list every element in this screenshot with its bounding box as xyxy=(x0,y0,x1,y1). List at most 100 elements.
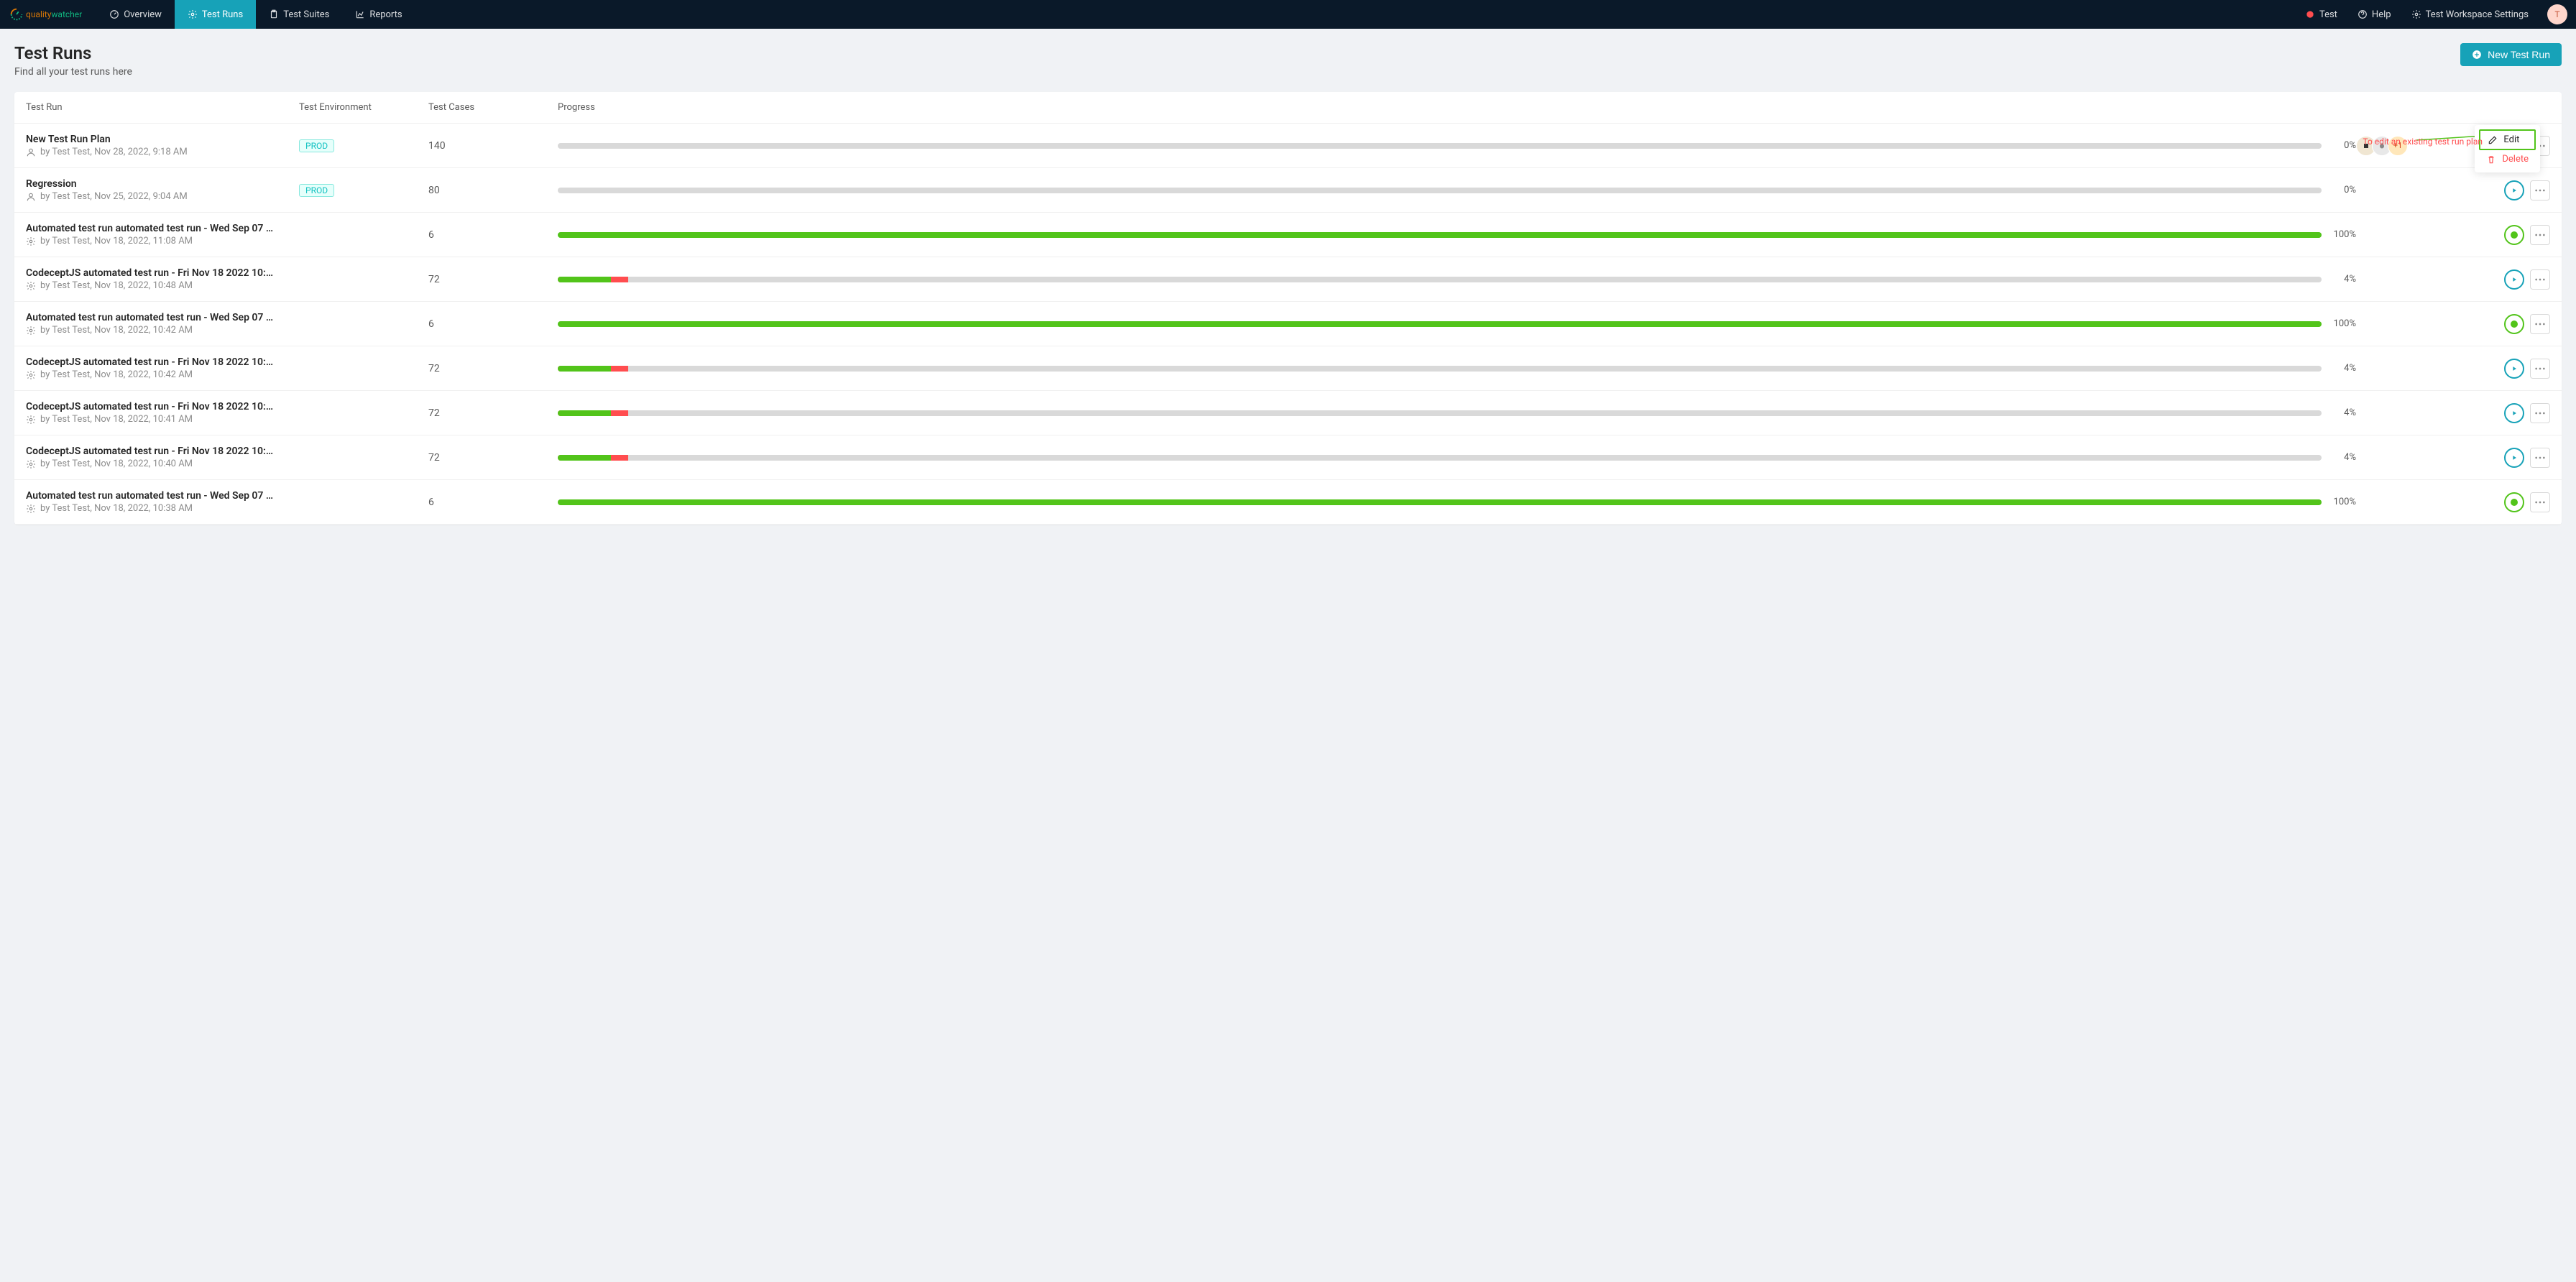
nav-workspace-settings[interactable]: Test Workspace Settings xyxy=(2403,9,2537,20)
run-meta: by Test Test, Nov 28, 2022, 9:18 AM xyxy=(26,147,299,157)
run-meta: by Test Test, Nov 18, 2022, 10:42 AM xyxy=(26,369,299,380)
gear-icon xyxy=(26,370,36,380)
page-header: Test Runs Find all your test runs here N… xyxy=(0,29,2576,92)
dropdown-edit-label: Edit xyxy=(2503,134,2519,145)
cases-count: 72 xyxy=(428,452,440,464)
table-row[interactable]: New Test Run Plan by Test Test, Nov 28, 2… xyxy=(14,124,2562,168)
nav-reports[interactable]: Reports xyxy=(342,0,415,29)
progress: 100% xyxy=(558,497,2356,507)
more-button[interactable] xyxy=(2530,269,2550,290)
progress-percent: 4% xyxy=(2329,274,2356,285)
table-row[interactable]: Automated test run automated test run - … xyxy=(14,480,2562,525)
new-test-run-button[interactable]: New Test Run xyxy=(2460,43,2562,66)
cases-count: 72 xyxy=(428,407,440,419)
run-meta: by Test Test, Nov 25, 2022, 9:04 AM xyxy=(26,191,299,202)
nav-test-suites[interactable]: Test Suites xyxy=(256,0,342,29)
progress: 4% xyxy=(558,274,2356,285)
dropdown-delete-label: Delete xyxy=(2502,154,2529,165)
play-button[interactable] xyxy=(2504,448,2524,468)
table-row[interactable]: CodeceptJS automated test run - Fri Nov … xyxy=(14,391,2562,435)
cases-count: 72 xyxy=(428,274,440,285)
top-navigation: qualitywatcher Overview Test Runs Test S… xyxy=(0,0,2576,29)
cases-count: 6 xyxy=(428,318,434,330)
status-complete-button[interactable] xyxy=(2504,314,2524,334)
annotation-text: To edit an existing test run plan xyxy=(2363,137,2483,147)
more-button[interactable] xyxy=(2530,448,2550,468)
row-actions-dropdown: Edit Delete xyxy=(2475,125,2540,172)
col-header-name: Test Run xyxy=(26,102,299,113)
plus-circle-icon xyxy=(2472,50,2482,60)
nav-reports-label: Reports xyxy=(369,9,402,20)
nav-test-suites-label: Test Suites xyxy=(283,9,329,20)
table-row[interactable]: CodeceptJS automated test run - Fri Nov … xyxy=(14,346,2562,391)
more-icon xyxy=(2534,234,2546,236)
play-icon xyxy=(2511,365,2518,372)
col-header-progress: Progress xyxy=(558,102,2356,113)
table-row[interactable]: Automated test run automated test run - … xyxy=(14,213,2562,257)
progress: 100% xyxy=(558,318,2356,329)
user-icon xyxy=(26,192,36,202)
run-name: CodeceptJS automated test run - Fri Nov … xyxy=(26,267,299,279)
more-icon xyxy=(2534,278,2546,281)
logo[interactable]: qualitywatcher xyxy=(9,6,82,22)
run-name: CodeceptJS automated test run - Fri Nov … xyxy=(26,401,299,412)
user-avatar[interactable]: T xyxy=(2547,4,2567,24)
more-button[interactable] xyxy=(2530,359,2550,379)
more-button[interactable] xyxy=(2530,180,2550,200)
nav-items: Overview Test Runs Test Suites Reports xyxy=(96,0,415,29)
nav-overview[interactable]: Overview xyxy=(96,0,175,29)
status-complete-button[interactable] xyxy=(2504,492,2524,512)
chart-icon xyxy=(355,9,365,19)
edit-icon xyxy=(2488,135,2498,145)
table-row[interactable]: CodeceptJS automated test run - Fri Nov … xyxy=(14,257,2562,302)
more-button[interactable] xyxy=(2530,314,2550,334)
logo-text: qualitywatcher xyxy=(26,9,82,19)
progress: 100% xyxy=(558,229,2356,240)
nav-test-badge[interactable]: Test xyxy=(2296,9,2346,20)
dot-icon xyxy=(2506,494,2523,511)
run-meta: by Test Test, Nov 18, 2022, 10:38 AM xyxy=(26,503,299,514)
status-complete-button[interactable] xyxy=(2504,225,2524,245)
dot-icon xyxy=(2506,226,2523,244)
gear-icon xyxy=(188,9,198,19)
more-button[interactable] xyxy=(2530,492,2550,512)
play-icon xyxy=(2511,454,2518,461)
table-row[interactable]: Automated test run automated test run - … xyxy=(14,302,2562,346)
run-meta: by Test Test, Nov 18, 2022, 11:08 AM xyxy=(26,236,299,246)
clipboard-icon xyxy=(269,9,279,19)
run-name: New Test Run Plan xyxy=(26,134,299,145)
play-button[interactable] xyxy=(2504,359,2524,379)
cases-count: 80 xyxy=(428,185,440,196)
gear-icon xyxy=(26,281,36,291)
more-icon xyxy=(2534,189,2546,192)
more-button[interactable] xyxy=(2530,403,2550,423)
gear-icon xyxy=(26,236,36,246)
more-icon xyxy=(2534,323,2546,326)
play-button[interactable] xyxy=(2504,269,2524,290)
gear-icon xyxy=(26,459,36,469)
nav-test-runs[interactable]: Test Runs xyxy=(175,0,256,29)
cases-count: 6 xyxy=(428,497,434,508)
trash-icon xyxy=(2486,155,2496,165)
nav-help[interactable]: Help xyxy=(2349,9,2400,20)
play-button[interactable] xyxy=(2504,403,2524,423)
progress-percent: 0% xyxy=(2329,185,2356,195)
env-tag: PROD xyxy=(299,139,334,152)
progress-percent: 100% xyxy=(2329,229,2356,240)
gear-icon xyxy=(26,504,36,514)
run-name: Automated test run automated test run - … xyxy=(26,223,299,234)
progress: 4% xyxy=(558,363,2356,374)
more-button[interactable] xyxy=(2530,225,2550,245)
page-title: Test Runs xyxy=(14,43,132,63)
page-subtitle: Find all your test runs here xyxy=(14,66,132,78)
nav-test-label: Test xyxy=(2319,9,2337,20)
dropdown-edit[interactable]: Edit xyxy=(2479,129,2536,150)
table-row[interactable]: Regressionby Test Test, Nov 25, 2022, 9:… xyxy=(14,168,2562,213)
table-row[interactable]: CodeceptJS automated test run - Fri Nov … xyxy=(14,435,2562,480)
col-header-cases: Test Cases xyxy=(428,102,558,113)
progress: 4% xyxy=(558,407,2356,418)
play-button[interactable] xyxy=(2504,180,2524,200)
progress-percent: 4% xyxy=(2329,452,2356,463)
env-tag: PROD xyxy=(299,184,334,197)
dropdown-delete[interactable]: Delete xyxy=(2479,150,2536,168)
